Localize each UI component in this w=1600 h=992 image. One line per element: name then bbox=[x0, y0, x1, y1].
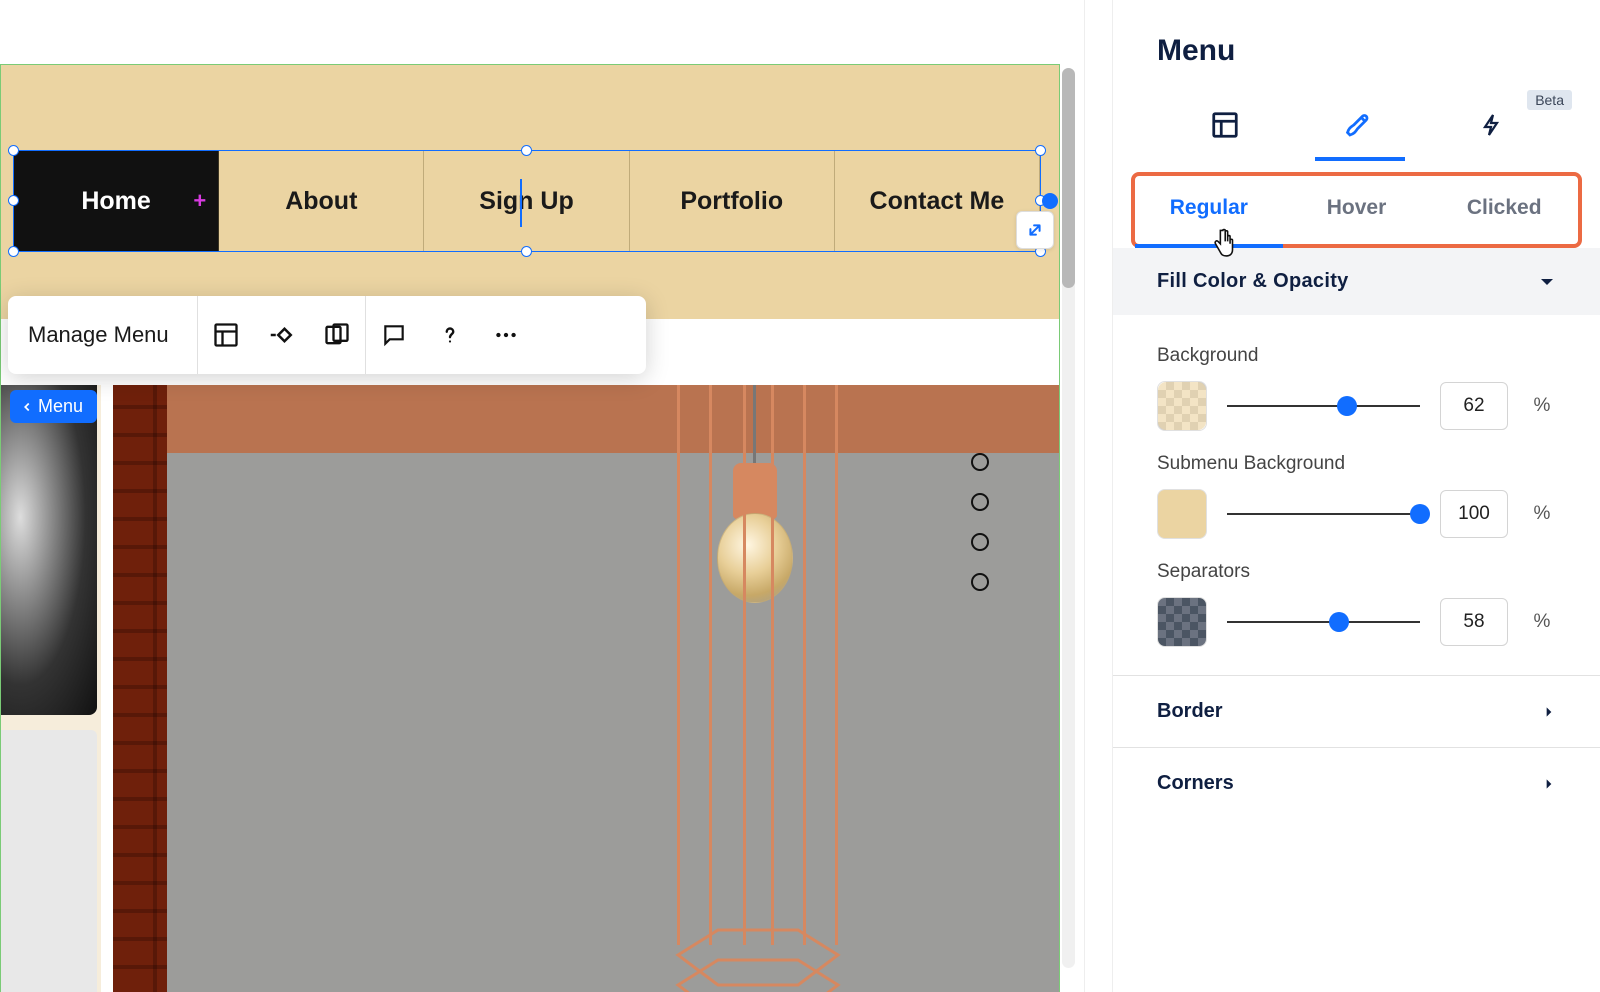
background-color-swatch[interactable] bbox=[1157, 381, 1207, 431]
cage-bar bbox=[709, 385, 712, 945]
accordion-fill: Fill Color & Opacity Background 62 % Sub… bbox=[1113, 248, 1600, 675]
percent-label: % bbox=[1528, 611, 1556, 633]
help-icon[interactable] bbox=[422, 296, 478, 374]
separators-opacity-value[interactable]: 58 bbox=[1440, 598, 1508, 646]
hero-image bbox=[113, 385, 1059, 992]
design-panel: Menu Beta Regular Hover Clicke bbox=[1112, 0, 1600, 992]
layout-tab-icon[interactable] bbox=[1200, 96, 1250, 160]
nav-item-signup[interactable]: Sign Up bbox=[424, 151, 629, 251]
background-opacity-value[interactable]: 62 bbox=[1440, 382, 1508, 430]
fill-section-header[interactable]: Fill Color & Opacity bbox=[1113, 248, 1600, 315]
border-title: Border bbox=[1157, 700, 1223, 723]
nav-label: Portfolio bbox=[680, 187, 783, 216]
anchor-dot[interactable] bbox=[971, 573, 989, 591]
nav-label: Contact Me bbox=[870, 187, 1005, 216]
menu-strip-bg: Home + About Sign Up Portfolio Contact M… bbox=[1, 65, 1059, 319]
wall-bg bbox=[167, 453, 1059, 992]
resize-handle[interactable] bbox=[1035, 145, 1046, 156]
state-tab-regular[interactable]: Regular bbox=[1135, 176, 1283, 244]
separators-opacity-slider[interactable] bbox=[1227, 610, 1420, 634]
cage-bar bbox=[677, 385, 680, 945]
nav-item-portfolio[interactable]: Portfolio bbox=[630, 151, 835, 251]
left-thumbnail-column bbox=[1, 385, 101, 992]
nav-menu[interactable]: Home + About Sign Up Portfolio Contact M… bbox=[13, 150, 1041, 252]
layout-icon[interactable] bbox=[198, 296, 254, 374]
percent-label: % bbox=[1528, 395, 1556, 417]
lightbulb-icon bbox=[717, 513, 793, 603]
add-icon: + bbox=[193, 188, 206, 214]
cage-base bbox=[673, 925, 843, 992]
submenu-opacity-value[interactable]: 100 bbox=[1440, 490, 1508, 538]
editor-canvas: Home + About Sign Up Portfolio Contact M… bbox=[0, 0, 1084, 992]
nav-label: Home bbox=[81, 187, 150, 216]
resize-handle[interactable] bbox=[521, 246, 532, 257]
floating-toolbar: Manage Menu bbox=[8, 296, 646, 374]
lamp-cord bbox=[753, 385, 756, 471]
stretch-icon[interactable] bbox=[310, 296, 366, 374]
separators-label: Separators bbox=[1157, 561, 1556, 583]
more-icon[interactable] bbox=[478, 296, 534, 374]
resize-handle[interactable] bbox=[8, 145, 19, 156]
anchor-dot[interactable] bbox=[971, 533, 989, 551]
nav-item-contact[interactable]: Contact Me bbox=[835, 151, 1040, 251]
fill-section-title: Fill Color & Opacity bbox=[1157, 270, 1349, 293]
background-opacity-slider[interactable] bbox=[1227, 394, 1420, 418]
chevron-down-icon bbox=[1538, 273, 1556, 291]
resize-handle[interactable] bbox=[8, 195, 19, 206]
thumbnail-placeholder bbox=[1, 730, 97, 992]
anchor-dot[interactable] bbox=[971, 453, 989, 471]
comment-icon[interactable] bbox=[366, 296, 422, 374]
chevron-right-icon bbox=[1542, 703, 1556, 721]
design-tab-icon[interactable] bbox=[1335, 96, 1385, 160]
stretch-button[interactable] bbox=[1016, 211, 1054, 249]
cage-bar bbox=[743, 385, 746, 945]
percent-label: % bbox=[1528, 503, 1556, 525]
separators-color-swatch[interactable] bbox=[1157, 597, 1207, 647]
thumbnail-image bbox=[1, 385, 97, 715]
scrollbar-thumb[interactable] bbox=[1062, 68, 1075, 288]
anchor-dot[interactable] bbox=[971, 493, 989, 511]
back-label: Menu bbox=[38, 396, 83, 417]
manage-menu-button[interactable]: Manage Menu bbox=[28, 296, 198, 374]
text-caret bbox=[520, 179, 522, 227]
stretch-handle[interactable] bbox=[1042, 193, 1058, 209]
state-tab-clicked[interactable]: Clicked bbox=[1430, 176, 1578, 244]
back-to-menu-button[interactable]: Menu bbox=[10, 390, 97, 423]
beta-badge: Beta bbox=[1527, 90, 1572, 110]
resize-handle[interactable] bbox=[8, 246, 19, 257]
brick-texture bbox=[113, 385, 167, 992]
section-strip: Home + About Sign Up Portfolio Contact M… bbox=[0, 64, 1060, 992]
state-tabs-highlight: Regular Hover Clicked bbox=[1131, 172, 1582, 248]
scrollbar-track[interactable] bbox=[1062, 68, 1075, 968]
state-tab-underline bbox=[1135, 244, 1283, 248]
submenu-color-swatch[interactable] bbox=[1157, 489, 1207, 539]
nav-item-home[interactable]: Home + bbox=[14, 151, 219, 251]
cage-bar bbox=[835, 385, 838, 945]
corners-section-header[interactable]: Corners bbox=[1113, 747, 1600, 819]
panel-gutter bbox=[1084, 0, 1112, 992]
nav-label: About bbox=[285, 187, 357, 216]
nav-label: Sign Up bbox=[479, 187, 573, 216]
anchor-dots[interactable] bbox=[971, 453, 989, 613]
cage-bar bbox=[803, 385, 806, 945]
panel-mode-tabs: Beta bbox=[1113, 96, 1600, 160]
chevron-right-icon bbox=[1542, 775, 1556, 793]
background-label: Background bbox=[1157, 345, 1556, 367]
panel-title: Menu bbox=[1113, 34, 1600, 96]
submenu-label: Submenu Background bbox=[1157, 453, 1556, 475]
animation-icon[interactable] bbox=[254, 296, 310, 374]
corners-title: Corners bbox=[1157, 772, 1234, 795]
border-section-header[interactable]: Border bbox=[1113, 675, 1600, 747]
nav-item-about[interactable]: About bbox=[219, 151, 424, 251]
state-tab-hover[interactable]: Hover bbox=[1283, 176, 1431, 244]
cage-bar bbox=[771, 385, 774, 945]
submenu-opacity-slider[interactable] bbox=[1227, 502, 1420, 526]
resize-handle[interactable] bbox=[521, 145, 532, 156]
animation-tab-icon[interactable] bbox=[1470, 96, 1514, 160]
